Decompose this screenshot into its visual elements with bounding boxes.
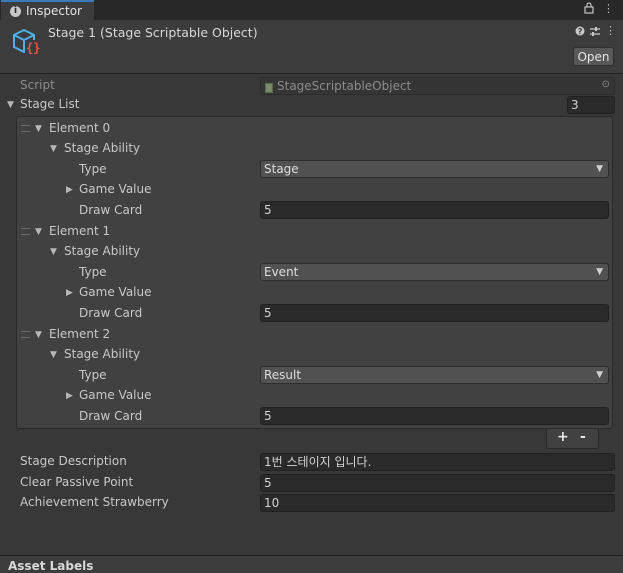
add-element-button[interactable]: + [557, 429, 569, 445]
object-picker-icon[interactable]: ⊙ [602, 78, 610, 93]
drag-handle-icon[interactable] [21, 331, 30, 338]
asset-labels-bar[interactable]: Asset Labels [0, 555, 623, 573]
stage-ability-foldout-icon[interactable]: ▼ [50, 350, 57, 360]
inspector-header: {} Stage 1 (Stage Scriptable Object) ? ⋮… [0, 20, 623, 74]
type-label: Type [79, 162, 107, 176]
game-value-foldout-icon[interactable]: ▶ [66, 185, 73, 195]
game-value-label[interactable]: Game Value [79, 285, 152, 299]
script-value: StageScriptableObject [277, 79, 412, 93]
tab-inspector[interactable]: i Inspector [1, 0, 94, 20]
asset-labels-title: Asset Labels [8, 559, 94, 573]
game-value-label[interactable]: Game Value [79, 182, 152, 196]
info-icon: i [10, 6, 21, 17]
kebab-menu-icon[interactable]: ⋮ [603, 2, 614, 15]
type-value: Stage [264, 162, 299, 176]
achievement-strawberry-label: Achievement Strawberry [20, 495, 169, 509]
draw-card-field[interactable]: 5 [260, 201, 609, 219]
type-value: Event [264, 265, 299, 279]
script-label: Script [20, 78, 55, 92]
stage-ability-label[interactable]: Stage Ability [64, 347, 140, 361]
draw-card-field[interactable]: 5 [260, 304, 609, 322]
stage-ability-label[interactable]: Stage Ability [64, 141, 140, 155]
element-0-label[interactable]: Element 0 [49, 121, 110, 135]
type-dropdown[interactable]: Event ▼ [260, 263, 609, 281]
type-label: Type [79, 368, 107, 382]
drag-handle-icon[interactable] [21, 125, 30, 132]
type-dropdown[interactable]: Result ▼ [260, 366, 609, 384]
element-foldout-icon[interactable]: ▼ [35, 330, 42, 340]
draw-card-label: Draw Card [79, 409, 143, 423]
stage-description-field[interactable]: 1번 스테이지 입니다. [260, 453, 615, 471]
drag-handle-icon[interactable] [21, 228, 30, 235]
dropdown-arrow-icon: ▼ [596, 267, 603, 277]
type-label: Type [79, 265, 107, 279]
tab-label: Inspector [26, 4, 82, 18]
draw-card-label: Draw Card [79, 203, 143, 217]
svg-text:{}: {} [26, 41, 40, 55]
lock-icon[interactable] [584, 2, 594, 17]
element-1-label[interactable]: Element 1 [49, 224, 110, 238]
context-menu-icon[interactable]: ⋮ [605, 24, 616, 37]
list-footer: + - [546, 429, 599, 449]
dropdown-arrow-icon: ▼ [596, 164, 603, 174]
element-foldout-icon[interactable]: ▼ [35, 124, 42, 134]
draw-card-label: Draw Card [79, 306, 143, 320]
tab-bar: i Inspector ⋮ [0, 0, 623, 20]
help-icon[interactable]: ? [575, 26, 585, 39]
stage-list-size-field[interactable]: 3 [567, 96, 615, 114]
achievement-strawberry-field[interactable]: 10 [260, 494, 615, 512]
type-dropdown[interactable]: Stage ▼ [260, 160, 609, 178]
dropdown-arrow-icon: ▼ [596, 370, 603, 380]
game-value-foldout-icon[interactable]: ▶ [66, 288, 73, 298]
game-value-foldout-icon[interactable]: ▶ [66, 391, 73, 401]
element-foldout-icon[interactable]: ▼ [35, 227, 42, 237]
stage-description-label: Stage Description [20, 454, 127, 468]
game-value-label[interactable]: Game Value [79, 388, 152, 402]
stage-ability-label[interactable]: Stage Ability [64, 244, 140, 258]
draw-card-field[interactable]: 5 [260, 407, 609, 425]
remove-element-button[interactable]: - [580, 429, 586, 445]
element-2-label[interactable]: Element 2 [49, 327, 110, 341]
stage-ability-foldout-icon[interactable]: ▼ [50, 247, 57, 257]
clear-passive-point-field[interactable]: 5 [260, 474, 615, 492]
stage-list-foldout-icon[interactable]: ▼ [7, 100, 14, 110]
stage-list-label[interactable]: Stage List [20, 97, 79, 111]
script-field: StageScriptableObject ⊙ [260, 77, 615, 95]
stage-ability-foldout-icon[interactable]: ▼ [50, 144, 57, 154]
script-file-icon [265, 81, 273, 94]
object-title: Stage 1 (Stage Scriptable Object) [48, 25, 258, 40]
preset-icon[interactable] [589, 26, 601, 40]
svg-text:?: ? [578, 27, 583, 36]
open-button[interactable]: Open [573, 47, 614, 66]
type-value: Result [264, 368, 302, 382]
clear-passive-point-label: Clear Passive Point [20, 475, 134, 489]
scriptable-object-icon: {} [10, 26, 40, 59]
